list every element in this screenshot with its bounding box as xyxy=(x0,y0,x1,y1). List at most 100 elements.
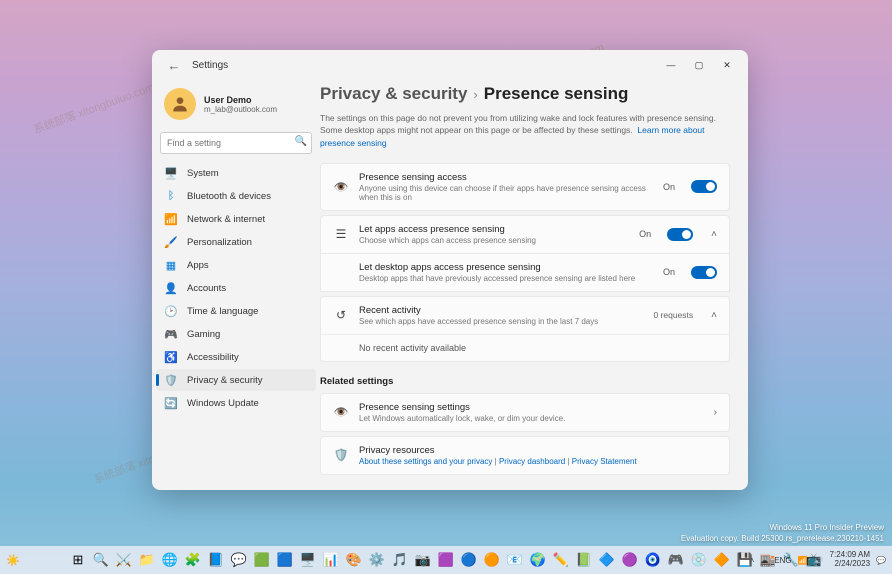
chevron-right-icon: › xyxy=(473,87,477,102)
minimize-button[interactable]: — xyxy=(658,54,684,76)
sidebar: User Demo m_lab@outlook.com 🔍 🖥️System ᛒB… xyxy=(152,80,320,490)
language-indicator[interactable]: ENG xyxy=(774,556,791,565)
search-box: 🔍 xyxy=(160,132,312,154)
chevron-right-icon: › xyxy=(714,407,717,418)
nav-icon: ♿ xyxy=(164,350,178,364)
sidebar-item-accounts[interactable]: 👤Accounts xyxy=(156,277,316,299)
taskbar-app[interactable]: 📗 xyxy=(574,550,594,570)
nav-icon: ᛒ xyxy=(164,189,178,203)
taskbar-app[interactable]: 🎮 xyxy=(666,550,686,570)
taskbar-app[interactable]: ⊞ xyxy=(68,550,88,570)
nav-icon: ▦ xyxy=(164,258,178,272)
card-privacy-resources: 🛡️ Privacy resources About these setting… xyxy=(320,436,730,475)
taskbar-app[interactable]: 📁 xyxy=(137,550,157,570)
taskbar-app[interactable]: 🧩 xyxy=(183,550,203,570)
taskbar-app[interactable]: 📷 xyxy=(413,550,433,570)
shield-icon: 🛡️ xyxy=(333,448,349,462)
toggle-desktop-apps[interactable] xyxy=(691,266,717,279)
taskbar-app[interactable]: 📧 xyxy=(505,550,525,570)
nav-label: Windows Update xyxy=(187,398,259,409)
nav-icon: 🎮 xyxy=(164,327,178,341)
nav-icon: 👤 xyxy=(164,281,178,295)
search-icon[interactable]: 🔍 xyxy=(295,136,307,147)
tray-onedrive-icon[interactable]: ☁ xyxy=(760,556,768,565)
maximize-button[interactable]: ▢ xyxy=(686,54,712,76)
settings-window: ← Settings — ▢ ✕ User Demo m_lab@outlook… xyxy=(152,50,748,490)
taskbar-app[interactable]: 💬 xyxy=(229,550,249,570)
taskbar-app[interactable]: 🌐 xyxy=(160,550,180,570)
taskbar-app[interactable]: 🔷 xyxy=(597,550,617,570)
taskbar-app[interactable]: 🔶 xyxy=(712,550,732,570)
presence-settings-icon: 👁️ xyxy=(333,405,349,419)
nav-label: Gaming xyxy=(187,329,220,340)
taskbar-app[interactable]: 📊 xyxy=(321,550,341,570)
taskbar-app[interactable]: ✏️ xyxy=(551,550,571,570)
nav-icon: 🖌️ xyxy=(164,235,178,249)
taskbar-app[interactable]: 🔍 xyxy=(91,550,111,570)
titlebar: ← Settings — ▢ ✕ xyxy=(152,50,748,80)
sidebar-item-privacy-security[interactable]: 🛡️Privacy & security xyxy=(156,369,316,391)
privacy-link[interactable]: About these settings and your privacy xyxy=(359,457,492,466)
taskbar-app[interactable]: ⚙️ xyxy=(367,550,387,570)
tray-chevron-icon[interactable]: ˄ xyxy=(750,556,755,565)
taskbar-app[interactable]: 🖥️ xyxy=(298,550,318,570)
taskbar-app[interactable]: 🧿 xyxy=(643,550,663,570)
taskbar-app[interactable]: 💿 xyxy=(689,550,709,570)
nav-label: Network & internet xyxy=(187,214,265,225)
taskbar-app[interactable]: 📘 xyxy=(206,550,226,570)
weather-icon[interactable]: ☀️ xyxy=(6,554,20,567)
system-watermark: Windows 11 Pro Insider Preview Evaluatio… xyxy=(681,523,884,544)
taskbar-app[interactable]: 🔵 xyxy=(459,550,479,570)
taskbar-app[interactable]: 🟠 xyxy=(482,550,502,570)
avatar xyxy=(164,88,196,120)
chevron-up-icon[interactable]: ˄ xyxy=(711,310,717,321)
get-help-link[interactable]: ❔ Get help xyxy=(320,487,730,490)
taskbar-app[interactable]: 🌍 xyxy=(528,550,548,570)
tray-volume-icon[interactable]: 🔊 xyxy=(814,556,824,565)
clock[interactable]: 7:24:09 AM 2/24/2023 xyxy=(830,551,870,569)
card-apps-access: ☰ Let apps access presence sensing Choos… xyxy=(320,215,730,254)
taskbar-app[interactable]: 🟪 xyxy=(436,550,456,570)
chevron-up-icon[interactable]: ˄ xyxy=(711,229,717,240)
card-ps-settings[interactable]: 👁️ Presence sensing settings Let Windows… xyxy=(320,393,730,432)
close-button[interactable]: ✕ xyxy=(714,54,740,76)
taskbar-app[interactable]: 🟩 xyxy=(252,550,272,570)
sidebar-item-accessibility[interactable]: ♿ Accessibility xyxy=(156,346,316,368)
user-profile[interactable]: User Demo m_lab@outlook.com xyxy=(156,84,316,130)
sidebar-item-time-language[interactable]: 🕑Time & language xyxy=(156,300,316,322)
nav-icon: 🕑 xyxy=(164,304,178,318)
search-input[interactable] xyxy=(160,132,312,154)
nav-label: Bluetooth & devices xyxy=(187,191,271,202)
taskbar-app[interactable]: 🟣 xyxy=(620,550,640,570)
sidebar-item-gaming[interactable]: 🎮 Gaming xyxy=(156,323,316,345)
tray-network-icon[interactable]: 📶 xyxy=(798,556,808,565)
card-desktop-apps: Let desktop apps access presence sensing… xyxy=(320,254,730,292)
toggle-apps-access[interactable] xyxy=(667,228,693,241)
taskbar-app[interactable]: 🎵 xyxy=(390,550,410,570)
taskbar-app[interactable]: 🟦 xyxy=(275,550,295,570)
nav-label: Accessibility xyxy=(187,352,239,363)
requests-badge: 0 requests xyxy=(653,310,693,320)
nav-icon: 📶 xyxy=(164,212,178,226)
breadcrumb: Privacy & security › Presence sensing xyxy=(320,84,730,104)
nav-icon: 🖥️ xyxy=(164,166,178,180)
user-name: User Demo xyxy=(204,95,277,105)
presence-icon: 👁️ xyxy=(333,180,349,194)
sidebar-item-personalization[interactable]: 🖌️Personalization xyxy=(156,231,316,253)
sidebar-item-system[interactable]: 🖥️System xyxy=(156,162,316,184)
privacy-link[interactable]: Privacy Statement xyxy=(572,457,637,466)
sidebar-item-bluetooth-devices[interactable]: ᛒ Bluetooth & devices xyxy=(156,185,316,207)
recent-empty: No recent activity available xyxy=(321,334,729,361)
toggle-presence-access[interactable] xyxy=(691,180,717,193)
back-button[interactable]: ← xyxy=(160,51,188,79)
sidebar-item-network-internet[interactable]: 📶 Network & internet xyxy=(156,208,316,230)
sidebar-item-apps[interactable]: ▦Apps xyxy=(156,254,316,276)
crumb-parent[interactable]: Privacy & security xyxy=(320,84,467,104)
sidebar-item-windows-update[interactable]: 🔄Windows Update xyxy=(156,392,316,414)
taskbar-app[interactable]: 🎨 xyxy=(344,550,364,570)
page-description: The settings on this page do not prevent… xyxy=(320,112,730,149)
taskbar-app[interactable]: ⚔️ xyxy=(114,550,134,570)
notifications-icon[interactable]: 💬 xyxy=(876,556,886,565)
crumb-current: Presence sensing xyxy=(484,84,629,104)
privacy-link[interactable]: Privacy dashboard xyxy=(499,457,565,466)
